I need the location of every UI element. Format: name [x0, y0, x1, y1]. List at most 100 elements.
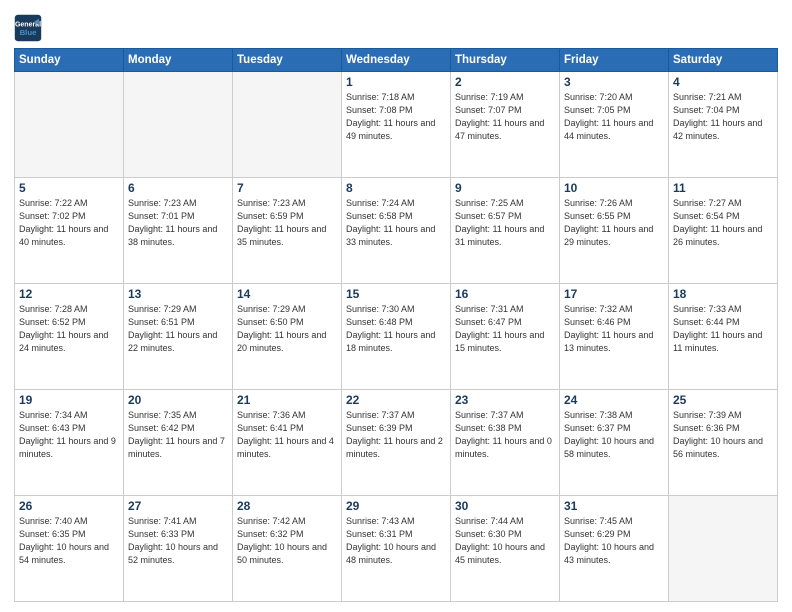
- day-number: 3: [564, 75, 664, 89]
- day-number: 20: [128, 393, 228, 407]
- calendar-cell: 12Sunrise: 7:28 AMSunset: 6:52 PMDayligh…: [15, 284, 124, 390]
- calendar-cell: 20 Sunrise: 7:35 AMSunset: 6:42 PMDayligh…: [124, 390, 233, 496]
- day-detail: Sunrise: 7:19 AMSunset: 7:07 PMDaylight:…: [455, 91, 555, 143]
- week-row-2: 5 Sunrise: 7:22 AMSunset: 7:02 PMDaylight…: [15, 178, 778, 284]
- day-detail: Sunrise: 7:37 AMSunset: 6:38 PMDaylight:…: [455, 409, 555, 461]
- calendar-cell: 22 Sunrise: 7:37 AMSunset: 6:39 PMDayligh…: [342, 390, 451, 496]
- day-detail: Sunrise: 7:39 AMSunset: 6:36 PMDaylight:…: [673, 409, 773, 461]
- weekday-header-sunday: Sunday: [15, 49, 124, 72]
- day-number: 13: [128, 287, 228, 301]
- day-detail: Sunrise: 7:22 AMSunset: 7:02 PMDaylight:…: [19, 197, 119, 249]
- day-detail: Sunrise: 7:34 AMSunset: 6:43 PMDaylight:…: [19, 409, 119, 461]
- day-detail: Sunrise: 7:28 AMSunset: 6:52 PMDaylight:…: [19, 303, 119, 355]
- weekday-header-thursday: Thursday: [451, 49, 560, 72]
- calendar-cell: 18 Sunrise: 7:33 AMSunset: 6:44 PMDayligh…: [669, 284, 778, 390]
- day-detail: Sunrise: 7:37 AMSunset: 6:39 PMDaylight:…: [346, 409, 446, 461]
- day-number: 27: [128, 499, 228, 513]
- day-number: 7: [237, 181, 337, 195]
- day-detail: Sunrise: 7:31 AMSunset: 6:47 PMDaylight:…: [455, 303, 555, 355]
- calendar-cell: 25 Sunrise: 7:39 AMSunset: 6:36 PMDayligh…: [669, 390, 778, 496]
- day-detail: Sunrise: 7:35 AMSunset: 6:42 PMDaylight:…: [128, 409, 228, 461]
- day-detail: Sunrise: 7:43 AMSunset: 6:31 PMDaylight:…: [346, 515, 446, 567]
- calendar-cell: 3Sunrise: 7:20 AMSunset: 7:05 PMDaylight…: [560, 72, 669, 178]
- day-detail: Sunrise: 7:33 AMSunset: 6:44 PMDaylight:…: [673, 303, 773, 355]
- day-detail: Sunrise: 7:26 AMSunset: 6:55 PMDaylight:…: [564, 197, 664, 249]
- weekday-header-row: SundayMondayTuesdayWednesdayThursdayFrid…: [15, 49, 778, 72]
- weekday-header-friday: Friday: [560, 49, 669, 72]
- calendar-cell: 8 Sunrise: 7:24 AMSunset: 6:58 PMDaylight…: [342, 178, 451, 284]
- calendar-cell: 6Sunrise: 7:23 AMSunset: 7:01 PMDaylight…: [124, 178, 233, 284]
- calendar-cell: 21Sunrise: 7:36 AMSunset: 6:41 PMDayligh…: [233, 390, 342, 496]
- week-row-1: 1 Sunrise: 7:18 AMSunset: 7:08 PMDaylight…: [15, 72, 778, 178]
- day-detail: Sunrise: 7:23 AMSunset: 6:59 PMDaylight:…: [237, 197, 337, 249]
- day-detail: Sunrise: 7:32 AMSunset: 6:46 PMDaylight:…: [564, 303, 664, 355]
- day-detail: Sunrise: 7:41 AMSunset: 6:33 PMDaylight:…: [128, 515, 228, 567]
- calendar-cell: 1 Sunrise: 7:18 AMSunset: 7:08 PMDaylight…: [342, 72, 451, 178]
- calendar-cell: [15, 72, 124, 178]
- logo-icon: General Blue: [14, 14, 42, 42]
- day-detail: Sunrise: 7:18 AMSunset: 7:08 PMDaylight:…: [346, 91, 446, 143]
- header: General Blue: [14, 10, 778, 42]
- day-detail: Sunrise: 7:44 AMSunset: 6:30 PMDaylight:…: [455, 515, 555, 567]
- calendar-cell: 5 Sunrise: 7:22 AMSunset: 7:02 PMDaylight…: [15, 178, 124, 284]
- calendar-cell: 31Sunrise: 7:45 AMSunset: 6:29 PMDayligh…: [560, 496, 669, 602]
- day-detail: Sunrise: 7:38 AMSunset: 6:37 PMDaylight:…: [564, 409, 664, 461]
- week-row-5: 26 Sunrise: 7:40 AMSunset: 6:35 PMDayligh…: [15, 496, 778, 602]
- calendar-cell: 2Sunrise: 7:19 AMSunset: 7:07 PMDaylight…: [451, 72, 560, 178]
- day-number: 5: [19, 181, 119, 195]
- calendar-cell: 26 Sunrise: 7:40 AMSunset: 6:35 PMDayligh…: [15, 496, 124, 602]
- day-detail: Sunrise: 7:42 AMSunset: 6:32 PMDaylight:…: [237, 515, 337, 567]
- day-detail: Sunrise: 7:21 AMSunset: 7:04 PMDaylight:…: [673, 91, 773, 143]
- day-number: 4: [673, 75, 773, 89]
- calendar-cell: 16Sunrise: 7:31 AMSunset: 6:47 PMDayligh…: [451, 284, 560, 390]
- day-number: 15: [346, 287, 446, 301]
- calendar-cell: 14 Sunrise: 7:29 AMSunset: 6:50 PMDayligh…: [233, 284, 342, 390]
- calendar-cell: [233, 72, 342, 178]
- day-number: 25: [673, 393, 773, 407]
- weekday-header-wednesday: Wednesday: [342, 49, 451, 72]
- day-number: 1: [346, 75, 446, 89]
- day-number: 6: [128, 181, 228, 195]
- calendar-cell: [124, 72, 233, 178]
- day-number: 8: [346, 181, 446, 195]
- day-number: 10: [564, 181, 664, 195]
- day-number: 14: [237, 287, 337, 301]
- calendar-cell: 13 Sunrise: 7:29 AMSunset: 6:51 PMDayligh…: [124, 284, 233, 390]
- calendar-cell: 4 Sunrise: 7:21 AMSunset: 7:04 PMDaylight…: [669, 72, 778, 178]
- day-number: 22: [346, 393, 446, 407]
- calendar-cell: [669, 496, 778, 602]
- day-number: 17: [564, 287, 664, 301]
- day-number: 11: [673, 181, 773, 195]
- day-detail: Sunrise: 7:45 AMSunset: 6:29 PMDaylight:…: [564, 515, 664, 567]
- calendar-cell: 29 Sunrise: 7:43 AMSunset: 6:31 PMDayligh…: [342, 496, 451, 602]
- weekday-header-tuesday: Tuesday: [233, 49, 342, 72]
- weekday-header-monday: Monday: [124, 49, 233, 72]
- week-row-3: 12Sunrise: 7:28 AMSunset: 6:52 PMDayligh…: [15, 284, 778, 390]
- page: General Blue SundayMondayTuesdayWednesda…: [0, 0, 792, 612]
- calendar-cell: 7 Sunrise: 7:23 AMSunset: 6:59 PMDaylight…: [233, 178, 342, 284]
- day-number: 18: [673, 287, 773, 301]
- calendar-cell: 30 Sunrise: 7:44 AMSunset: 6:30 PMDayligh…: [451, 496, 560, 602]
- week-row-4: 19Sunrise: 7:34 AMSunset: 6:43 PMDayligh…: [15, 390, 778, 496]
- calendar-cell: 15 Sunrise: 7:30 AMSunset: 6:48 PMDayligh…: [342, 284, 451, 390]
- day-number: 23: [455, 393, 555, 407]
- day-number: 26: [19, 499, 119, 513]
- day-detail: Sunrise: 7:24 AMSunset: 6:58 PMDaylight:…: [346, 197, 446, 249]
- calendar-cell: 27 Sunrise: 7:41 AMSunset: 6:33 PMDayligh…: [124, 496, 233, 602]
- calendar-cell: 23 Sunrise: 7:37 AMSunset: 6:38 PMDayligh…: [451, 390, 560, 496]
- day-detail: Sunrise: 7:29 AMSunset: 6:50 PMDaylight:…: [237, 303, 337, 355]
- day-number: 30: [455, 499, 555, 513]
- svg-text:Blue: Blue: [20, 28, 38, 37]
- day-detail: Sunrise: 7:29 AMSunset: 6:51 PMDaylight:…: [128, 303, 228, 355]
- day-number: 21: [237, 393, 337, 407]
- calendar-cell: 10 Sunrise: 7:26 AMSunset: 6:55 PMDayligh…: [560, 178, 669, 284]
- day-number: 28: [237, 499, 337, 513]
- calendar-cell: 11Sunrise: 7:27 AMSunset: 6:54 PMDayligh…: [669, 178, 778, 284]
- day-detail: Sunrise: 7:40 AMSunset: 6:35 PMDaylight:…: [19, 515, 119, 567]
- calendar-cell: 24 Sunrise: 7:38 AMSunset: 6:37 PMDayligh…: [560, 390, 669, 496]
- day-number: 29: [346, 499, 446, 513]
- day-number: 24: [564, 393, 664, 407]
- day-number: 9: [455, 181, 555, 195]
- day-detail: Sunrise: 7:25 AMSunset: 6:57 PMDaylight:…: [455, 197, 555, 249]
- day-detail: Sunrise: 7:30 AMSunset: 6:48 PMDaylight:…: [346, 303, 446, 355]
